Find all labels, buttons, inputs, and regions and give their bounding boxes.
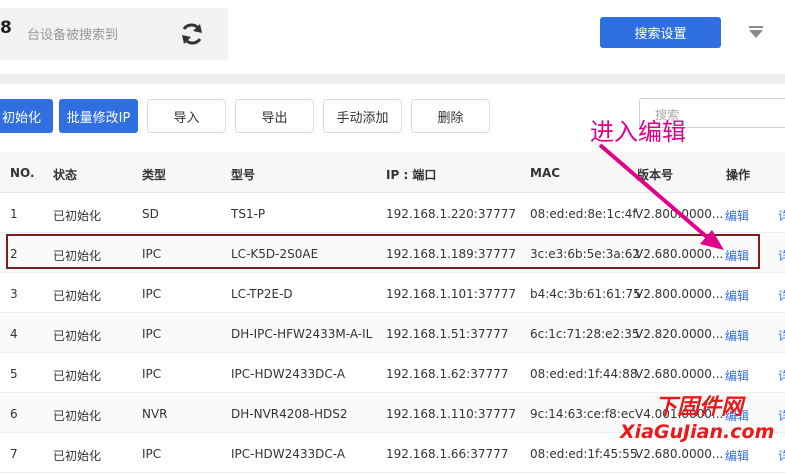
row-highlight-box bbox=[6, 234, 760, 269]
cell-model: IPC-HDW2433DC-A bbox=[231, 447, 346, 461]
cell-model: TS1-P bbox=[231, 207, 266, 221]
cell-ip-port: 192.168.1.66:37777 bbox=[386, 447, 509, 461]
column-header-type: 类型 bbox=[142, 168, 167, 182]
cell-version: V2.800.0000... bbox=[635, 287, 724, 301]
column-header-model: 型号 bbox=[231, 168, 256, 182]
cell-ip-port: 192.168.1.101:37777 bbox=[386, 287, 517, 301]
details-link[interactable]: 详 bbox=[778, 367, 785, 384]
cell-version: V2.680.0000... bbox=[635, 367, 724, 381]
cell-type: NVR bbox=[142, 407, 168, 421]
annotation-text: 进入编辑 bbox=[590, 118, 686, 146]
cell-no: 3 bbox=[10, 287, 18, 301]
cell-type: IPC bbox=[142, 327, 162, 341]
details-link[interactable]: 详 bbox=[778, 327, 785, 344]
cell-mac: b4:4c:3b:61:61:75 bbox=[530, 287, 641, 301]
edit-link[interactable]: 编辑 bbox=[725, 207, 749, 224]
column-header-actions: 操作 bbox=[726, 168, 751, 182]
cell-mac: 08:ed:ed:1f:44:88 bbox=[530, 367, 638, 381]
import-button[interactable]: 导入 bbox=[147, 99, 226, 133]
cell-model: DH-NVR4208-HDS2 bbox=[231, 407, 348, 421]
cell-ip-port: 192.168.1.62:37777 bbox=[386, 367, 509, 381]
cell-status: 已初始化 bbox=[53, 449, 102, 463]
export-button[interactable]: 导出 bbox=[235, 99, 314, 133]
cell-no: 4 bbox=[10, 327, 18, 341]
batch-modify-ip-button[interactable]: 批量修改IP bbox=[59, 99, 138, 133]
cell-model: LC-TP2E-D bbox=[231, 287, 293, 301]
device-count-label: 台设备被搜索到 bbox=[27, 28, 119, 43]
cell-version: V2.680.0000... bbox=[635, 447, 724, 461]
cell-status: 已初始化 bbox=[53, 329, 102, 343]
cell-ip-port: 192.168.1.51:37777 bbox=[386, 327, 509, 341]
cell-status: 已初始化 bbox=[53, 369, 102, 383]
cell-status: 已初始化 bbox=[53, 409, 102, 423]
edit-link[interactable]: 编辑 bbox=[725, 447, 749, 464]
device-count: 8 bbox=[0, 18, 12, 38]
cell-no: 7 bbox=[10, 447, 18, 461]
column-header-no: NO. bbox=[10, 166, 35, 180]
cell-ip-port: 192.168.1.110:37777 bbox=[386, 407, 517, 421]
cell-mac: 08:ed:ed:8e:1c:4f bbox=[530, 207, 637, 221]
cell-no: 1 bbox=[10, 207, 18, 221]
dropdown-menu-icon[interactable] bbox=[749, 26, 763, 38]
cell-no: 5 bbox=[10, 367, 18, 381]
cell-mac: 9c:14:63:ce:f8:ec bbox=[530, 407, 635, 421]
cell-version: V2.820.0000... bbox=[635, 327, 724, 341]
manual-add-button[interactable]: 手动添加 bbox=[323, 99, 402, 133]
cell-type: IPC bbox=[142, 287, 162, 301]
initialize-button[interactable]: 初始化 bbox=[0, 99, 53, 133]
edit-link[interactable]: 编辑 bbox=[725, 287, 749, 304]
cell-status: 已初始化 bbox=[53, 289, 102, 303]
cell-type: IPC bbox=[142, 367, 162, 381]
details-link[interactable]: 详 bbox=[778, 287, 785, 304]
cell-type: SD bbox=[142, 207, 159, 221]
cell-status: 已初始化 bbox=[53, 209, 102, 223]
column-header-ip-port: IP : 端口 bbox=[386, 168, 437, 182]
column-header-version: 版本号 bbox=[637, 168, 674, 182]
search-settings-button[interactable]: 搜索设置 bbox=[600, 17, 721, 48]
details-link[interactable]: 详 bbox=[778, 247, 785, 264]
column-header-mac: MAC bbox=[530, 166, 561, 180]
cell-no: 6 bbox=[10, 407, 18, 421]
details-link[interactable]: 详 bbox=[778, 207, 785, 224]
cell-mac: 08:ed:ed:1f:45:55 bbox=[530, 447, 638, 461]
watermark-logo-en: XiaGuJian.com bbox=[620, 421, 775, 443]
edit-link[interactable]: 编辑 bbox=[725, 367, 749, 384]
cell-model: DH-IPC-HFW2433M-A-IL bbox=[231, 327, 373, 341]
cell-version: V2.800.0000... bbox=[635, 207, 724, 221]
section-divider bbox=[0, 74, 785, 84]
watermark-logo-cn: 下固件网 bbox=[655, 395, 744, 420]
edit-link[interactable]: 编辑 bbox=[725, 327, 749, 344]
cell-mac: 6c:1c:71:28:e2:35 bbox=[530, 327, 640, 341]
refresh-icon[interactable] bbox=[178, 20, 206, 48]
cell-model: IPC-HDW2433DC-A bbox=[231, 367, 346, 381]
cell-type: IPC bbox=[142, 447, 162, 461]
delete-button[interactable]: 删除 bbox=[411, 99, 490, 133]
column-header-status: 状态 bbox=[53, 168, 78, 182]
details-link[interactable]: 详 bbox=[778, 447, 785, 464]
details-link[interactable]: 详 bbox=[778, 407, 785, 424]
cell-ip-port: 192.168.1.220:37777 bbox=[386, 207, 517, 221]
